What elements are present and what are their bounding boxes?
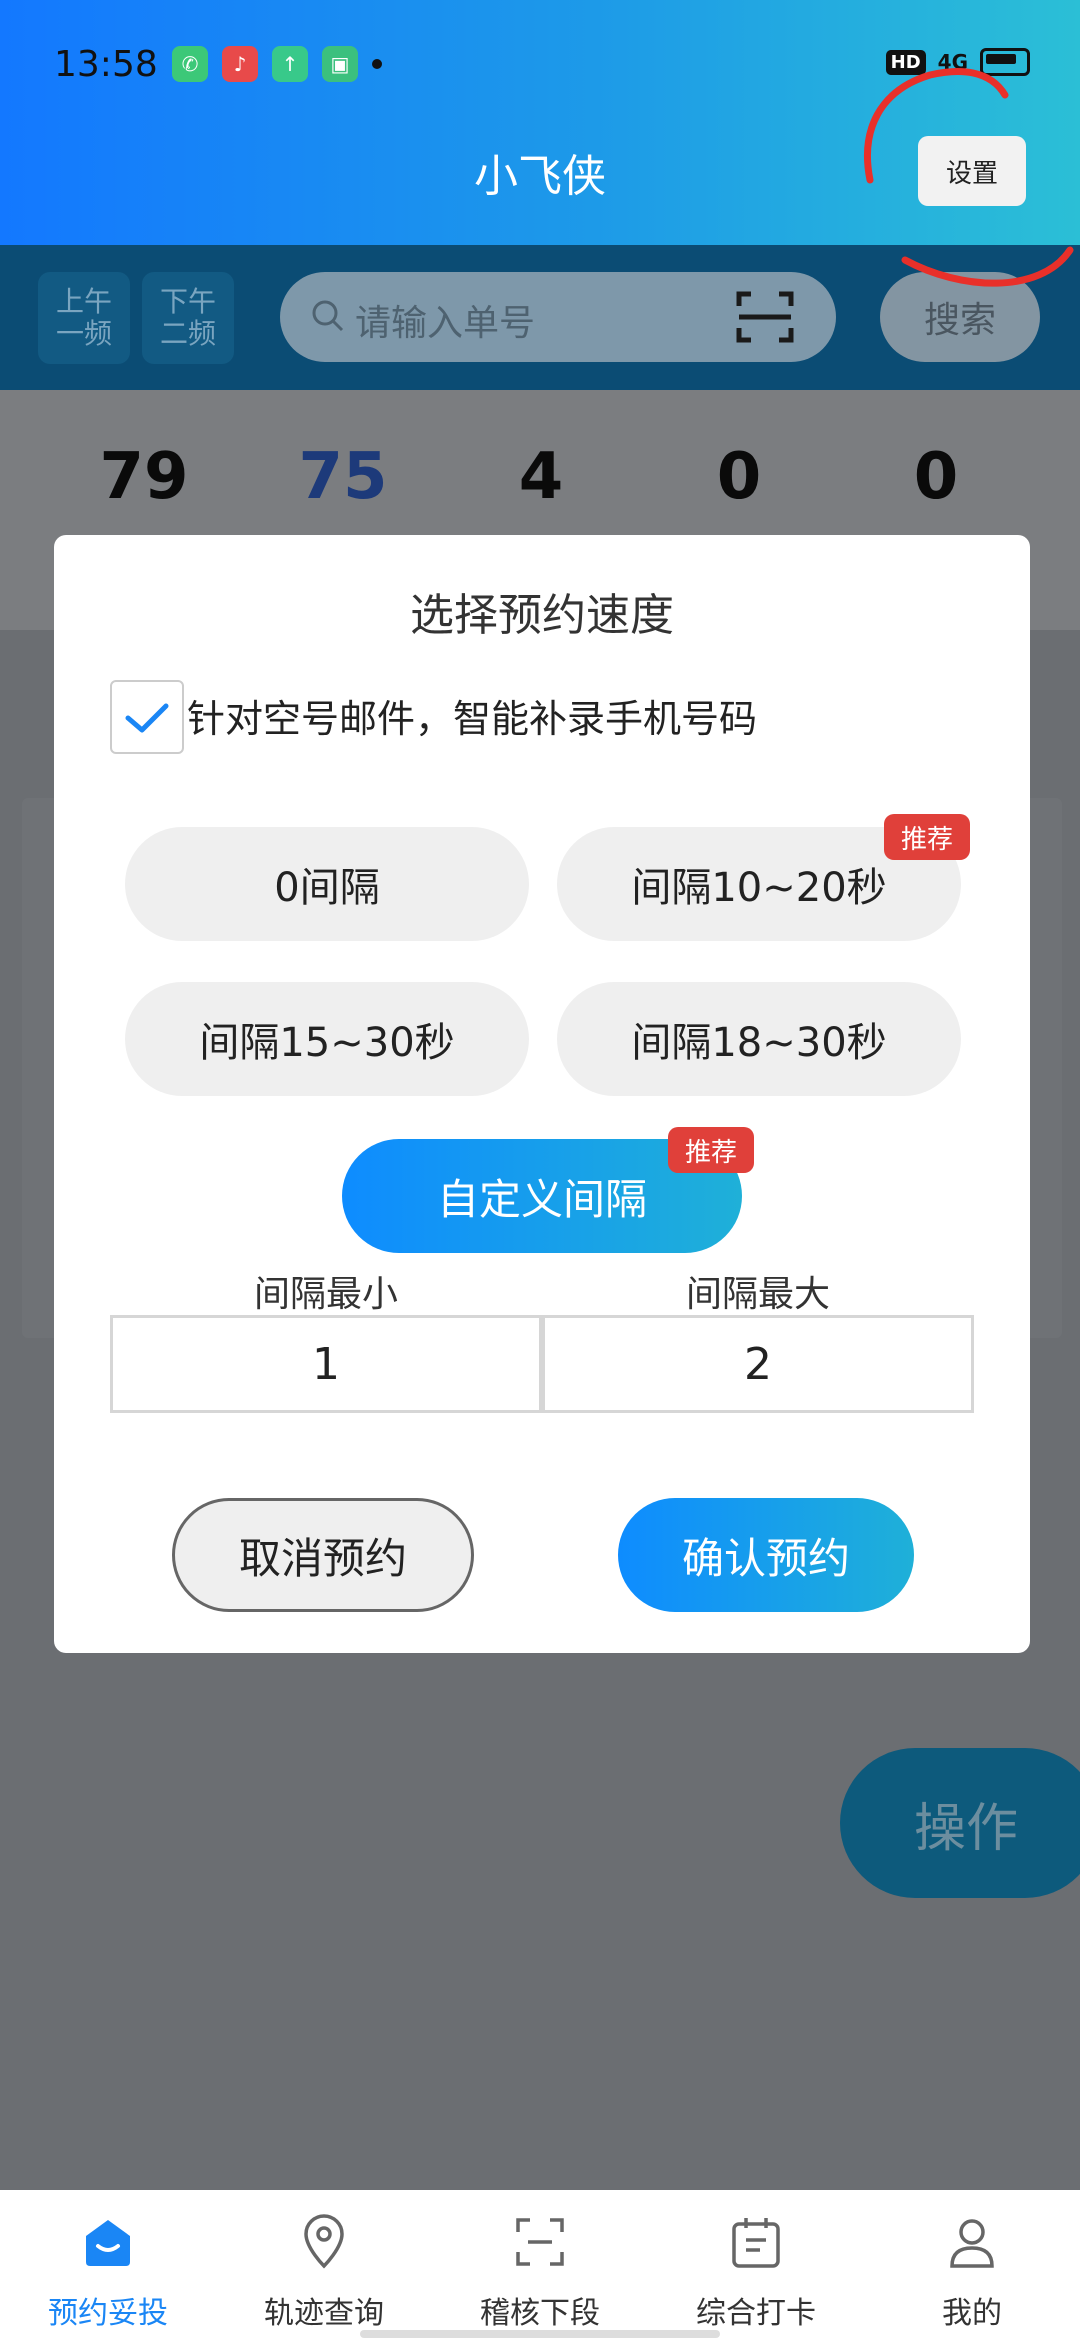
recommend-badge: 推荐 [668,1127,754,1173]
tab-label: 轨迹查询 [264,2296,384,2331]
tab-label: 预约妥投 [48,2296,168,2331]
recommend-badge: 推荐 [884,814,970,860]
min-interval-label: 间隔最小 [253,1274,398,1315]
scan-icon [516,2218,564,2266]
period-afternoon-button[interactable]: 下午 二频 [142,272,234,364]
max-interval-input[interactable] [542,1315,974,1413]
tab-label: 稽核下段 [480,2296,600,2331]
smart-fill-label: 针对空号邮件，智能补录手机号码 [187,697,758,741]
tab-label: 我的 [942,2296,1002,2331]
bottom-tab-bar: 预约妥投 轨迹查询 稽核下段 综合打卡 我的 [0,2190,1080,2340]
reservation-speed-dialog: 选择预约速度 针对空号邮件，智能补录手机号码 0间隔 间隔10~20秒 推荐 间… [54,535,1030,1653]
calendar-icon [732,2218,780,2268]
status-time: 13:58 [54,44,158,85]
dialog-title: 选择预约速度 [410,590,674,641]
search-placeholder: 请输入单号 [355,303,536,344]
hd-badge: HD [885,49,926,75]
gallery-app-icon: ▣ [322,46,358,82]
upload-app-icon: ↑ [272,46,308,82]
stat-value: 0 [913,440,959,514]
phone-app-icon: ✆ [172,46,208,82]
smart-fill-checkbox[interactable] [110,680,184,754]
option-18-30-interval[interactable]: 间隔18~30秒 [557,982,961,1096]
tab-mine[interactable]: 我的 [864,2190,1080,2340]
search-button[interactable]: 搜索 [880,272,1040,362]
option-15-30-interval[interactable]: 间隔15~30秒 [125,982,529,1096]
status-app-icons: ✆ ♪ ↑ ▣ [172,46,382,82]
stat-value: 0 [716,440,762,514]
check-icon [125,703,169,733]
period-morning-label: 上午 一频 [55,285,112,350]
app-header: 13:58 ✆ ♪ ↑ ▣ HD 4G 小飞侠 设置 [0,0,1080,245]
confirm-reservation-button[interactable]: 确认预约 [618,1498,914,1612]
home-indicator[interactable] [360,2330,720,2338]
music-app-icon: ♪ [222,46,258,82]
status-indicators: HD 4G [885,48,1030,76]
stat-value: 79 [99,440,189,514]
battery-icon [980,48,1030,76]
settings-button[interactable]: 设置 [918,136,1026,206]
notification-dot-icon [372,59,382,69]
user-icon [950,2219,994,2268]
tab-audit[interactable]: 稽核下段 [432,2190,648,2340]
stat-value: 4 [518,440,564,514]
tab-track-query[interactable]: 轨迹查询 [216,2190,432,2340]
stat-value: 75 [298,440,388,514]
signal-icon: 4G [937,50,968,74]
period-morning-button[interactable]: 上午 一频 [38,272,130,364]
option-0-interval[interactable]: 0间隔 [125,827,529,941]
tab-label: 综合打卡 [696,2296,816,2331]
operation-fab[interactable]: 操作 [840,1748,1080,1898]
home-icon [86,2220,130,2266]
location-pin-icon [304,2214,344,2269]
scan-icon[interactable] [735,288,795,346]
search-input[interactable]: 请输入单号 [280,272,836,362]
min-interval-input[interactable] [110,1315,542,1413]
period-afternoon-label: 下午 二频 [159,285,216,350]
cancel-reservation-button[interactable]: 取消预约 [172,1498,474,1612]
max-interval-label: 间隔最大 [685,1274,830,1315]
tab-reservation[interactable]: 预约妥投 [0,2190,216,2340]
search-icon [312,300,344,332]
tab-check-in[interactable]: 综合打卡 [648,2190,864,2340]
